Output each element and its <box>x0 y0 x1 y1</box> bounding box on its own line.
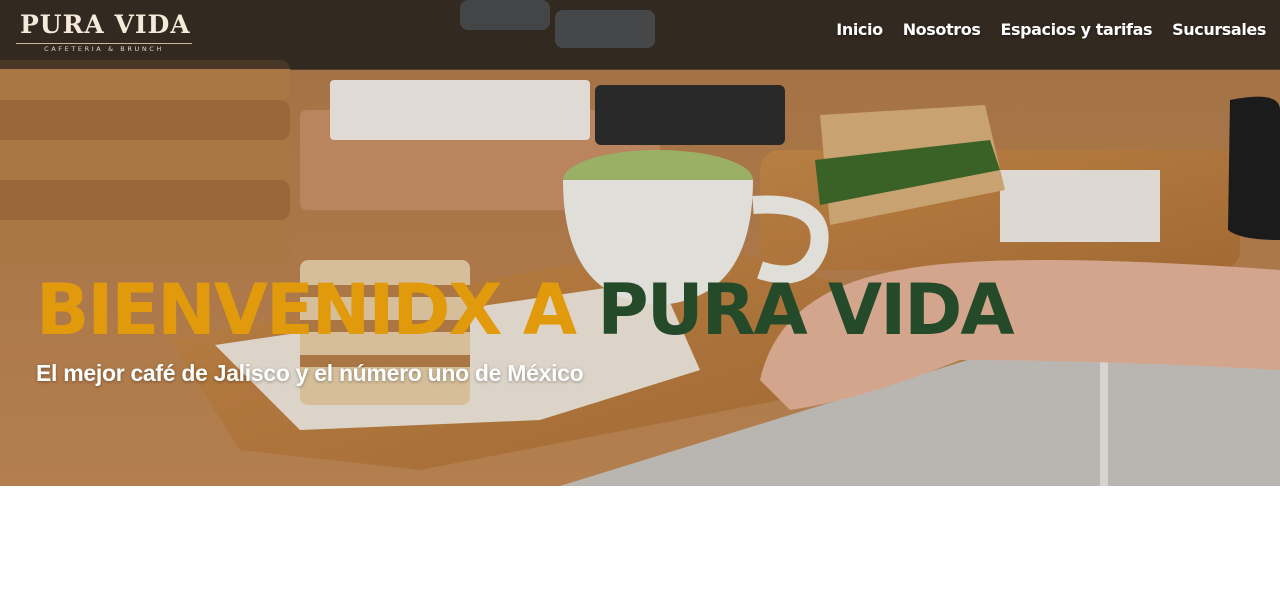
nav-link-nosotros[interactable]: Nosotros <box>903 20 981 39</box>
top-navbar: PURA VIDA CAFETERIA & BRUNCH Inicio Noso… <box>0 0 1280 69</box>
logo-divider <box>16 43 192 44</box>
hero-background-image <box>0 0 1280 486</box>
logo-tagline: CAFETERIA & BRUNCH <box>44 45 164 53</box>
hero-section: BIENVENIDX A PURA VIDA El mejor café de … <box>0 0 1280 486</box>
nav-link-sucursales[interactable]: Sucursales <box>1172 20 1266 39</box>
hero-headline: BIENVENIDX A PURA VIDA <box>36 269 1015 351</box>
logo-name: PURA VIDA <box>20 10 191 39</box>
main-nav: Inicio Nosotros Espacios y tarifas Sucur… <box>836 20 1266 39</box>
nav-link-espacios-y-tarifas[interactable]: Espacios y tarifas <box>1000 20 1152 39</box>
nav-link-inicio[interactable]: Inicio <box>836 20 883 39</box>
headline-welcome: BIENVENIDX A <box>36 269 577 351</box>
brand-logo[interactable]: PURA VIDA CAFETERIA & BRUNCH <box>16 10 196 56</box>
headline-brand: PURA VIDA <box>597 269 1014 351</box>
hero-subtitle: El mejor café de Jalisco y el número uno… <box>36 360 584 386</box>
